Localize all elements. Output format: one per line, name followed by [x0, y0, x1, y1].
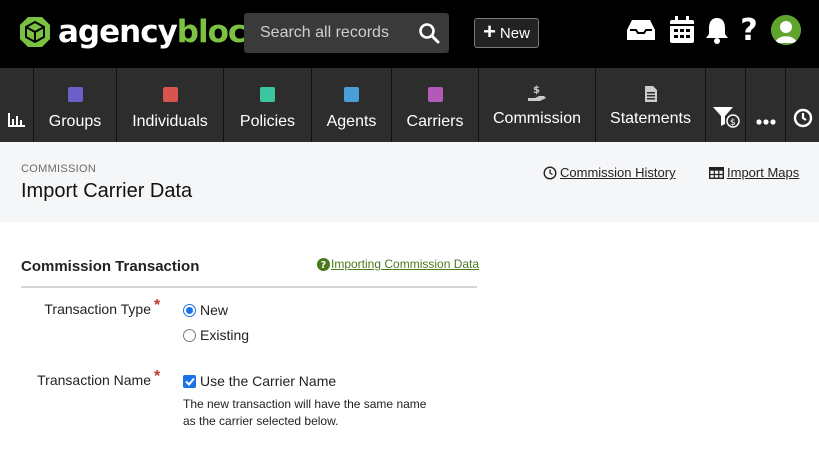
- groups-square-icon: [67, 87, 83, 102]
- question-circle-icon: ?: [317, 257, 330, 271]
- nav-groups[interactable]: Groups: [33, 68, 116, 142]
- brand-name: agencybloc: [58, 14, 246, 50]
- import-maps-link[interactable]: Import Maps: [709, 165, 799, 180]
- more-dots-icon: [755, 119, 776, 125]
- required-marker: *: [154, 368, 161, 385]
- recent-nav[interactable]: [785, 68, 819, 142]
- search-input[interactable]: [244, 24, 409, 42]
- transaction-name-help-text: The new transaction will have the same n…: [183, 397, 427, 428]
- commission-history-link[interactable]: Commission History: [543, 165, 676, 180]
- svg-text:?: ?: [321, 260, 327, 271]
- hand-dollar-icon: $: [528, 85, 546, 101]
- individuals-square-icon: [162, 87, 178, 102]
- section-title: Commission Transaction: [21, 258, 200, 275]
- nav-individuals[interactable]: Individuals: [116, 68, 223, 142]
- document-icon: [644, 85, 657, 102]
- global-search: [244, 13, 449, 53]
- new-button[interactable]: + New: [474, 18, 539, 48]
- inbox-icon[interactable]: [626, 15, 656, 45]
- transaction-name-label: Transaction Name: [37, 372, 151, 388]
- svg-text:$: $: [730, 118, 736, 128]
- commission-filter-nav[interactable]: $: [705, 68, 745, 142]
- nav-commission[interactable]: $ Commission: [478, 68, 595, 142]
- bell-icon[interactable]: [702, 15, 732, 45]
- main-nav: Groups Individuals Policies Agents Carri…: [0, 68, 819, 142]
- radio-existing[interactable]: [183, 328, 196, 342]
- nav-carriers[interactable]: Carriers: [391, 68, 478, 142]
- transaction-type-label: Transaction Type: [44, 301, 151, 317]
- carriers-square-icon: [427, 87, 443, 102]
- use-carrier-name-option[interactable]: Use the Carrier Name: [183, 373, 336, 389]
- more-nav[interactable]: [745, 68, 785, 142]
- check-icon: [184, 377, 195, 386]
- transaction-type-new-option[interactable]: New: [183, 302, 228, 318]
- required-marker: *: [154, 297, 161, 314]
- table-icon: [709, 166, 724, 179]
- clock-icon: [793, 108, 812, 128]
- section-divider: [21, 286, 477, 288]
- brand-logo[interactable]: agencybloc: [18, 14, 246, 50]
- help-icon[interactable]: ?: [734, 13, 764, 48]
- agents-square-icon: [344, 87, 359, 102]
- reports-nav[interactable]: [0, 68, 33, 142]
- nav-agents[interactable]: Agents: [311, 68, 391, 142]
- use-carrier-name-checkbox[interactable]: [183, 374, 196, 388]
- clock-icon: [543, 165, 557, 180]
- nav-policies[interactable]: Policies: [223, 68, 311, 142]
- breadcrumb: COMMISSION: [21, 163, 97, 175]
- page-header: COMMISSION Import Carrier Data Commissio…: [0, 142, 819, 222]
- user-icon: [771, 15, 801, 45]
- policies-square-icon: [260, 87, 275, 102]
- filter-dollar-icon: $: [712, 107, 740, 128]
- page-title: Import Carrier Data: [21, 180, 193, 202]
- avatar[interactable]: [771, 15, 801, 45]
- nav-statements[interactable]: Statements: [595, 68, 705, 142]
- svg-text:$: $: [533, 85, 540, 96]
- new-button-label: New: [499, 24, 530, 42]
- transaction-type-existing-option[interactable]: Existing: [183, 327, 249, 343]
- plus-icon: +: [483, 19, 496, 44]
- top-bar: agencybloc + New ?: [0, 0, 819, 68]
- importing-help-link[interactable]: ? Importing Commission Data: [317, 257, 479, 271]
- radio-new[interactable]: [183, 303, 196, 317]
- cube-logo-icon: [20, 17, 50, 47]
- bar-chart-icon: [8, 113, 25, 127]
- search-icon[interactable]: [417, 21, 441, 45]
- calendar-icon[interactable]: [667, 15, 697, 45]
